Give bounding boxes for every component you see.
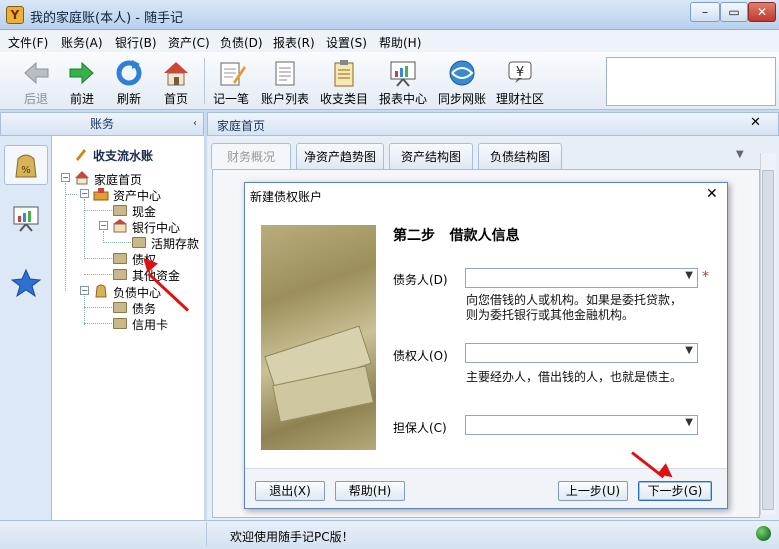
menu-reports[interactable]: 报表(R)	[273, 34, 315, 51]
notepad-pencil-icon	[216, 58, 246, 88]
account-list-icon	[270, 58, 300, 88]
sync-button[interactable]: 同步网账	[432, 56, 492, 108]
step-title: 第二步 借款人信息	[393, 228, 520, 244]
finance-community-button[interactable]: ¥ 理财社区	[490, 56, 550, 108]
report-tab[interactable]	[4, 198, 48, 238]
creditor-combobox[interactable]: ▼	[465, 343, 698, 363]
ledger-tab[interactable]: %	[4, 145, 48, 185]
left-icon-strip	[0, 136, 52, 520]
next-step-button[interactable]: 下一步(G)	[638, 481, 712, 501]
creditor-hint: 主要经办人，借出钱的人，也就是债主。	[466, 370, 683, 384]
maximize-button[interactable]: ▭	[720, 2, 748, 22]
folder-icon	[132, 237, 146, 248]
minimize-button[interactable]: –	[690, 2, 720, 22]
cashflow-ledger-link[interactable]: 收支流水账	[93, 147, 153, 164]
right-panel-header	[207, 112, 779, 136]
pencil-icon	[74, 147, 88, 164]
left-panel-header: 账务	[0, 112, 204, 136]
required-mark: *	[702, 269, 709, 285]
tree-item-demand-deposit[interactable]: 活期存款	[151, 235, 199, 252]
sync-globe-icon	[447, 58, 477, 88]
svg-text:¥: ¥	[516, 65, 524, 80]
report-center-button[interactable]: 报表中心	[373, 56, 433, 108]
report-board-icon	[11, 206, 41, 239]
folder-icon	[113, 205, 127, 216]
menu-bank[interactable]: 银行(B)	[115, 34, 157, 51]
page-title: 家庭首页	[217, 119, 266, 133]
previous-step-button[interactable]: 上一步(U)	[558, 481, 628, 501]
status-text: 欢迎使用随手记PC版！	[230, 530, 354, 544]
folder-icon	[113, 269, 127, 280]
guarantor-label: 担保人(C)	[393, 421, 447, 435]
folder-icon	[113, 253, 127, 264]
tree-expander[interactable]: −	[80, 189, 89, 198]
folder-icon	[113, 302, 127, 313]
home-icon	[74, 170, 90, 188]
dialog-title: 新建债权账户	[250, 190, 323, 204]
asset-center-icon	[93, 186, 109, 204]
window-title: 我的家庭账(本人) - 随手记	[30, 11, 184, 26]
money-bag-icon: %	[9, 154, 43, 189]
collapse-left-panel-button[interactable]: ‹	[193, 118, 197, 129]
chevron-down-icon: ▼	[685, 345, 693, 356]
tree-expander[interactable]: −	[80, 286, 89, 295]
menu-file[interactable]: 文件(F)	[8, 34, 48, 51]
tree-item-bank-center[interactable]: 银行中心	[132, 219, 180, 236]
yuan-speech-icon: ¥	[505, 58, 535, 88]
folder-icon	[113, 318, 127, 329]
star-icon	[10, 268, 42, 304]
scrollbar-thumb[interactable]	[762, 170, 774, 510]
tree-item-credit-card[interactable]: 信用卡	[132, 316, 168, 333]
tab-menu-button[interactable]: ▼	[736, 149, 744, 160]
guarantor-combobox[interactable]: ▼	[465, 415, 698, 435]
menu-liabilities[interactable]: 负债(D)	[220, 34, 263, 51]
tab-net-asset-trend[interactable]: 净资产趋势图	[296, 143, 384, 169]
help-button[interactable]: 帮助(H)	[335, 481, 405, 501]
tree-item-cash[interactable]: 现金	[132, 203, 156, 220]
bank-icon	[112, 218, 128, 236]
menu-assets[interactable]: 资产(C)	[168, 34, 210, 51]
globe-icon	[756, 526, 771, 541]
menu-settings[interactable]: 设置(S)	[326, 34, 367, 51]
tree-expander[interactable]: −	[99, 221, 108, 230]
close-page-button[interactable]: ✕	[750, 115, 761, 130]
status-separator	[206, 522, 207, 546]
back-arrow-icon	[21, 58, 51, 88]
forward-arrow-icon	[67, 58, 97, 88]
tree-item-asset-center[interactable]: 资产中心	[113, 187, 161, 204]
tree-item-liability-center[interactable]: 负债中心	[113, 284, 161, 301]
chevron-down-icon: ▼	[685, 417, 693, 428]
debtor-label: 债务人(D)	[393, 273, 448, 287]
chevron-down-icon: ▼	[685, 270, 693, 281]
app-icon: Y	[6, 6, 24, 24]
tab-financial-overview[interactable]: 财务概况	[211, 143, 291, 169]
tab-asset-structure[interactable]: 资产结构图	[389, 143, 473, 169]
liability-center-icon	[93, 283, 109, 301]
refresh-icon	[114, 58, 144, 88]
home-button[interactable]: 首页	[146, 56, 206, 108]
tab-liability-structure[interactable]: 负债结构图	[478, 143, 562, 169]
creditor-label: 债权人(O)	[393, 349, 448, 363]
account-list-button[interactable]: 账户列表	[255, 56, 315, 108]
menu-accounting[interactable]: 账务(A)	[61, 34, 103, 51]
clipboard-icon	[329, 58, 359, 88]
svg-text:%: %	[21, 165, 31, 176]
exit-button[interactable]: 退出(X)	[255, 481, 325, 501]
debtor-combobox[interactable]: ▼	[465, 268, 698, 288]
toolbar-search-area[interactable]	[606, 57, 776, 106]
record-entry-button[interactable]: 记一笔	[201, 56, 261, 108]
dialog-close-button[interactable]: ✕	[706, 186, 718, 202]
report-board-icon	[388, 58, 418, 88]
favorites-tab[interactable]	[4, 263, 48, 303]
categories-button[interactable]: 收支类目	[314, 56, 374, 108]
tree-item-debts[interactable]: 债务	[132, 300, 156, 317]
window-close-button[interactable]: ✕	[748, 2, 776, 22]
debtor-hint: 向您借钱的人或机构。如果是委托贷款， 则为委托银行或其他金融机构。	[466, 293, 683, 322]
status-bar	[0, 520, 779, 549]
tree-expander[interactable]: −	[61, 173, 70, 182]
home-icon	[161, 58, 191, 88]
menu-help[interactable]: 帮助(H)	[379, 34, 421, 51]
